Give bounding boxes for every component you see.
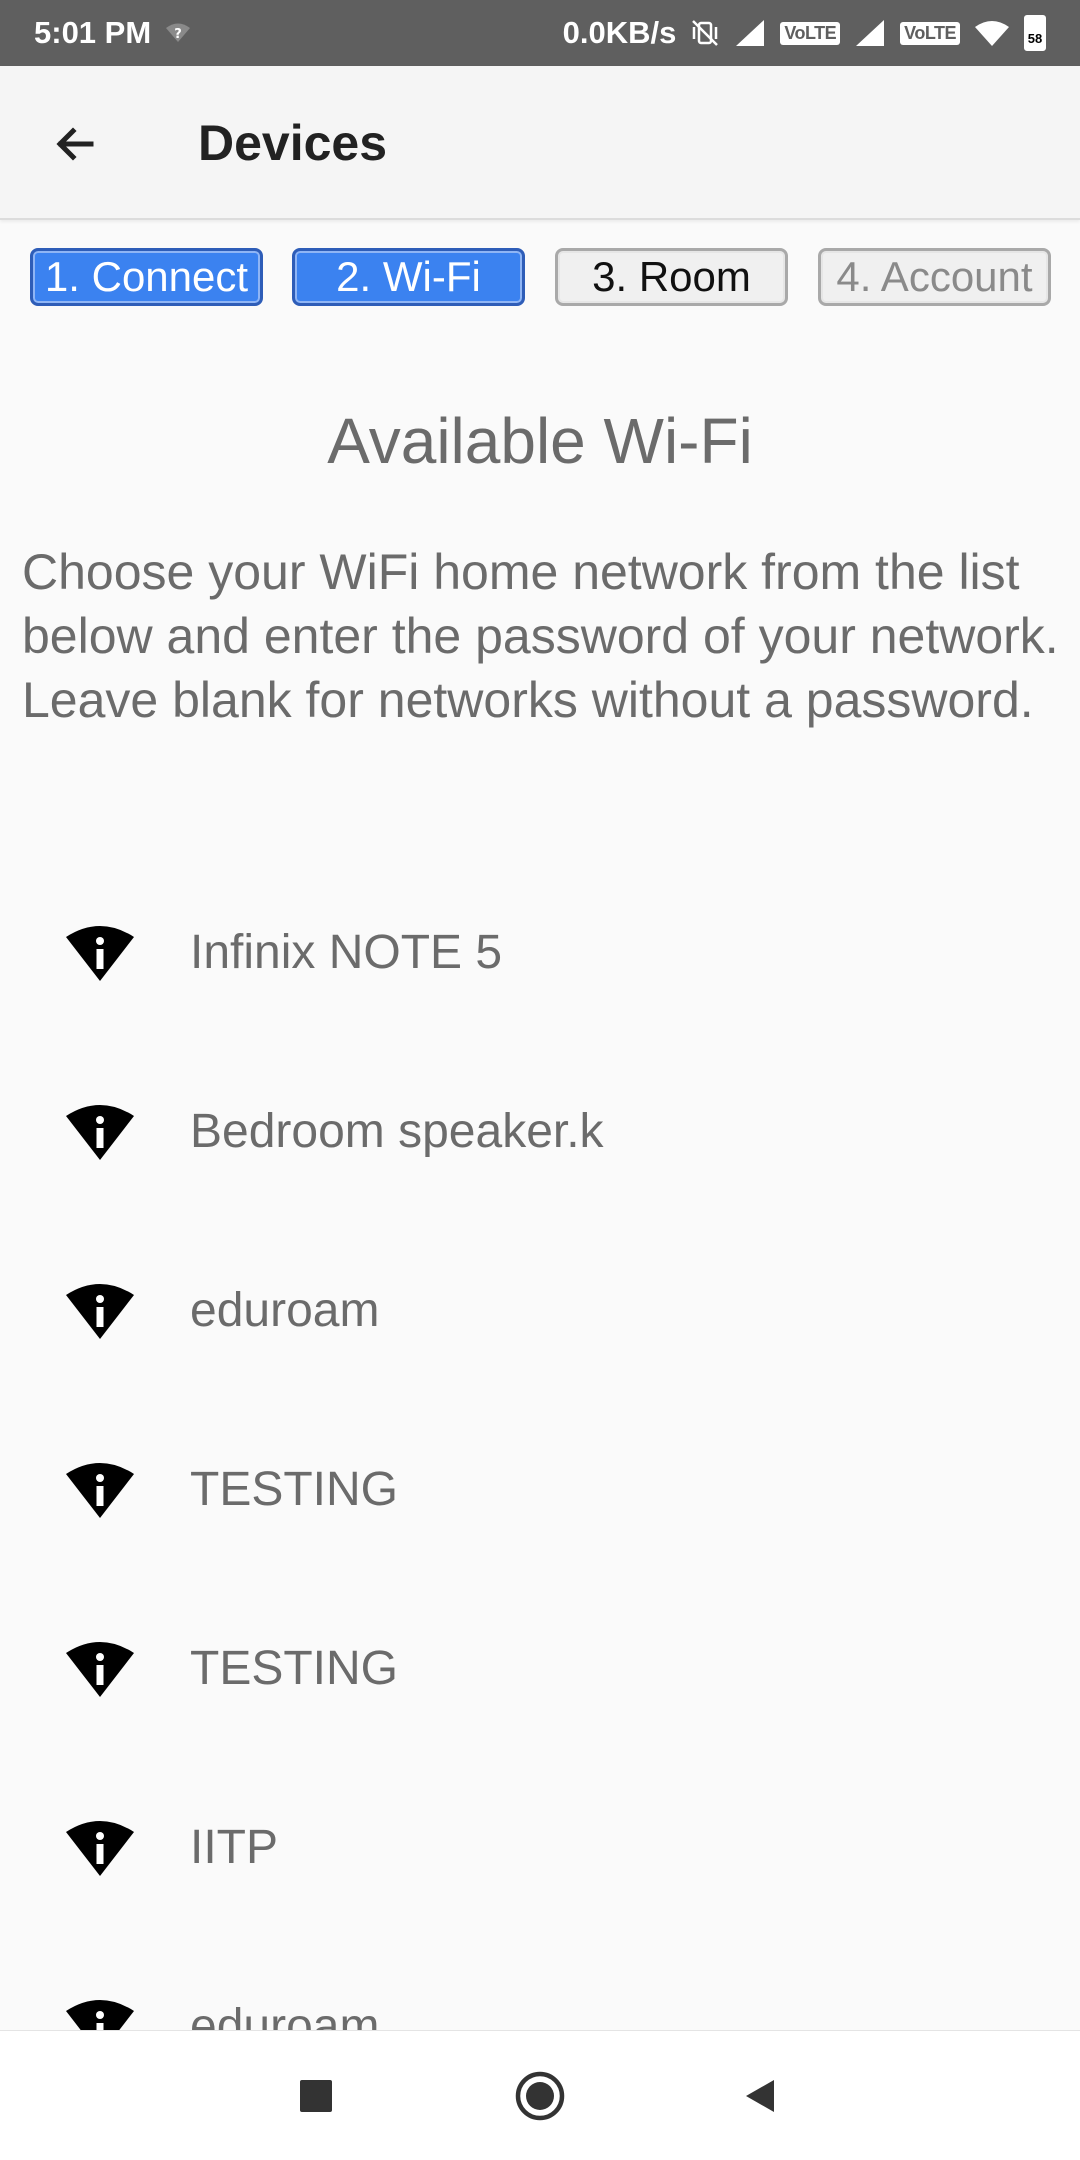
- battery-icon: 58: [1024, 15, 1046, 51]
- system-nav-bar: [0, 2030, 1080, 2160]
- wifi-icon: [974, 19, 1010, 47]
- wifi-info-icon: [66, 1641, 134, 1697]
- wifi-network-name: Bedroom speaker.k: [190, 1105, 604, 1158]
- wifi-info-icon: [66, 1820, 134, 1876]
- step-indicator: 1. Connect 2. Wi-Fi 3. Room 4. Account: [30, 248, 1052, 306]
- back-nav-button[interactable]: [720, 2056, 800, 2136]
- signal-icon: [854, 18, 886, 48]
- wifi-question-icon: ?: [165, 22, 191, 44]
- net-speed: 0.0KB/s: [562, 15, 677, 50]
- back-triangle-icon: [746, 2080, 774, 2112]
- wifi-network-item[interactable]: IITP: [0, 1758, 1080, 1937]
- signal-icon: [734, 18, 766, 48]
- svg-text:?: ?: [174, 27, 182, 42]
- step-connect[interactable]: 1. Connect: [30, 248, 263, 306]
- wifi-network-name: eduroam: [190, 1284, 380, 1337]
- wifi-network-name: TESTING: [190, 1463, 399, 1516]
- wifi-network-list: Infinix NOTE 5 Bedroom speaker.k eduroam…: [0, 860, 1080, 2030]
- step-account[interactable]: 4. Account: [818, 248, 1051, 306]
- wifi-info-icon: [66, 1283, 134, 1339]
- home-circle-icon: [515, 2071, 565, 2121]
- wifi-info-icon: [66, 1104, 134, 1160]
- status-bar: 5:01 PM ? 0.0KB/s VoLTE VoLTE 58: [0, 0, 1080, 66]
- app-bar: Devices: [0, 66, 1080, 220]
- wifi-network-item[interactable]: Infinix NOTE 5: [0, 863, 1080, 1042]
- wifi-network-item[interactable]: TESTING: [0, 1400, 1080, 1579]
- recents-button[interactable]: [276, 2056, 356, 2136]
- volte-badge: VoLTE: [900, 21, 960, 45]
- volte-badge: VoLTE: [780, 21, 841, 45]
- wifi-network-name: IITP: [190, 1821, 279, 1874]
- recents-square-icon: [300, 2080, 332, 2112]
- home-button[interactable]: [500, 2056, 580, 2136]
- wifi-network-name: eduroam: [190, 2000, 380, 2030]
- wifi-network-item[interactable]: eduroam: [0, 1221, 1080, 1400]
- step-room[interactable]: 3. Room: [555, 248, 788, 306]
- wifi-info-icon: [66, 1999, 134, 2030]
- page-title: Devices: [198, 115, 388, 171]
- wifi-info-icon: [66, 925, 134, 981]
- wifi-network-item[interactable]: eduroam: [0, 1937, 1080, 2030]
- wifi-network-item[interactable]: TESTING: [0, 1579, 1080, 1758]
- vibrate-off-icon: [690, 18, 720, 48]
- wifi-network-item[interactable]: Bedroom speaker.k: [0, 1042, 1080, 1221]
- step-wifi[interactable]: 2. Wi-Fi: [292, 248, 525, 306]
- instructions-text: Choose your WiFi home network from the l…: [22, 544, 1059, 728]
- wifi-info-icon: [66, 1462, 134, 1518]
- wifi-network-name: TESTING: [190, 1642, 399, 1695]
- status-time: 5:01 PM: [34, 15, 152, 50]
- arrow-back-icon: [56, 127, 94, 161]
- back-button[interactable]: [40, 109, 110, 179]
- section-title: Available Wi-Fi: [327, 405, 753, 477]
- wifi-network-name: Infinix NOTE 5: [190, 926, 503, 979]
- battery-level: 58: [1027, 31, 1043, 46]
